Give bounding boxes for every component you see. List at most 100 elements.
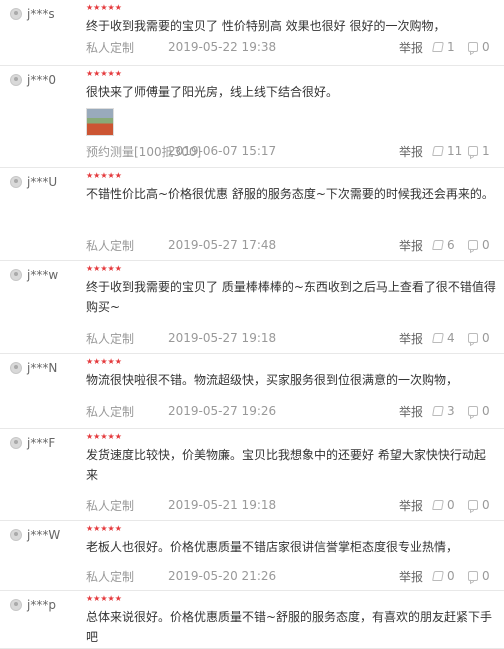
review-user: j***U — [10, 175, 57, 189]
review-meta: 预约测量[100抵300] 2019-06-07 15:17 举报 11 1 — [86, 142, 496, 160]
review-text: 不错性价比高~价格很优惠 舒服的服务态度~下次需要的时候我还会再来的。 — [86, 187, 494, 201]
reply-button[interactable]: 0 — [468, 569, 490, 583]
star-rating: ★★★★★ — [86, 524, 122, 533]
review-text: 很快来了师傅量了阳光房，线上线下结合很好。 — [86, 85, 339, 99]
review-item: j***W ★★★★★ 老板人也很好。价格优惠质量不错店家很讲信誉掌柜态度很专业… — [0, 521, 504, 591]
star-rating: ★★★★★ — [86, 69, 122, 78]
like-count: 1 — [447, 40, 455, 54]
user-name: j***W — [27, 528, 61, 542]
review-meta: 私人定制 2019-05-22 19:38 举报 1 0 — [86, 38, 496, 56]
avatar — [10, 269, 22, 281]
review-meta: 私人定制 2019-05-27 17:48 举报 6 0 — [86, 236, 496, 254]
star-rating: ★★★★★ — [86, 357, 122, 366]
avatar — [10, 362, 22, 374]
review-user: j***p — [10, 598, 56, 612]
product-variant: 私人定制 — [86, 40, 135, 55]
report-link[interactable]: 举报 — [399, 403, 423, 420]
review-user: j***s — [10, 7, 55, 21]
review-date: 2019-05-22 19:38 — [168, 40, 277, 54]
thumbs-up-icon — [432, 571, 444, 581]
thumbs-up-icon — [432, 146, 444, 156]
review-meta: 私人定制 2019-05-21 19:18 举报 0 0 — [86, 496, 496, 514]
review-photo-thumbnail[interactable] — [86, 108, 114, 136]
review-content: ★★★★★ 发货速度比较快，价美物廉。宝贝比我想象中的还要好 希望大家快快行动起… — [86, 433, 496, 485]
user-name: j***s — [27, 7, 55, 21]
reply-button[interactable]: 0 — [468, 331, 490, 345]
review-item: j***p ★★★★★ 总体来说很好。价格优惠质量不错~舒服的服务态度，有喜欢的… — [0, 591, 504, 649]
reply-count: 0 — [482, 498, 490, 512]
reply-count: 0 — [482, 40, 490, 54]
review-meta: 私人定制 2019-05-20 21:26 举报 0 0 — [86, 567, 496, 585]
star-rating: ★★★★★ — [86, 264, 122, 273]
user-name: j***U — [27, 175, 58, 189]
review-meta: 私人定制 2019-05-27 19:26 举报 3 0 — [86, 402, 496, 420]
star-rating: ★★★★★ — [86, 594, 122, 603]
reply-button[interactable]: 0 — [468, 498, 490, 512]
reply-count: 0 — [482, 238, 490, 252]
like-button[interactable]: 6 — [432, 238, 455, 252]
comment-icon — [468, 42, 478, 52]
review-content: ★★★★★ 总体来说很好。价格优惠质量不错~舒服的服务态度，有喜欢的朋友赶紧下手… — [86, 595, 496, 647]
product-variant: 私人定制 — [86, 238, 135, 253]
review-date: 2019-05-20 21:26 — [168, 569, 277, 583]
like-button[interactable]: 1 — [432, 40, 455, 54]
review-item: j***F ★★★★★ 发货速度比较快，价美物廉。宝贝比我想象中的还要好 希望大… — [0, 429, 504, 521]
review-content: ★★★★★ 老板人也很好。价格优惠质量不错店家很讲信誉掌柜态度很专业热情， — [86, 525, 496, 557]
avatar — [10, 176, 22, 188]
report-link[interactable]: 举报 — [399, 330, 423, 347]
review-user: j***w — [10, 268, 58, 282]
review-date: 2019-05-27 19:26 — [168, 404, 277, 418]
review-text: 发货速度比较快，价美物廉。宝贝比我想象中的还要好 希望大家快快行动起来 — [86, 448, 486, 482]
avatar — [10, 529, 22, 541]
report-link[interactable]: 举报 — [399, 568, 423, 585]
review-date: 2019-05-27 17:48 — [168, 238, 277, 252]
review-text: 总体来说很好。价格优惠质量不错~舒服的服务态度，有喜欢的朋友赶紧下手吧 — [86, 610, 493, 644]
avatar — [10, 8, 22, 20]
reply-button[interactable]: 0 — [468, 40, 490, 54]
review-content: ★★★★★ 物流很快啦很不错。物流超级快，买家服务很到位很满意的一次购物， — [86, 358, 496, 390]
review-item: j***0 ★★★★★ 很快来了师傅量了阳光房，线上线下结合很好。 预约测量[1… — [0, 66, 504, 168]
report-link[interactable]: 举报 — [399, 497, 423, 514]
report-link[interactable]: 举报 — [399, 39, 423, 56]
product-variant: 私人定制 — [86, 404, 135, 419]
review-text: 老板人也很好。价格优惠质量不错店家很讲信誉掌柜态度很专业热情， — [86, 540, 459, 554]
thumbs-up-icon — [432, 406, 444, 416]
review-item: j***s ★★★★★ 终于收到我需要的宝贝了 性价特别高 效果也很好 很好的一… — [0, 0, 504, 66]
avatar — [10, 437, 22, 449]
like-count: 0 — [447, 569, 455, 583]
review-item: j***w ★★★★★ 终于收到我需要的宝贝了 质量棒棒棒的~东西收到之后马上查… — [0, 261, 504, 354]
like-button[interactable]: 0 — [432, 498, 455, 512]
like-count: 3 — [447, 404, 455, 418]
thumbs-up-icon — [432, 333, 444, 343]
like-button[interactable]: 4 — [432, 331, 455, 345]
like-button[interactable]: 3 — [432, 404, 455, 418]
like-count: 6 — [447, 238, 455, 252]
review-text: 终于收到我需要的宝贝了 性价特别高 效果也很好 很好的一次购物， — [86, 19, 446, 33]
review-content: ★★★★★ 不错性价比高~价格很优惠 舒服的服务态度~下次需要的时候我还会再来的… — [86, 172, 496, 204]
star-rating: ★★★★★ — [86, 432, 122, 441]
avatar — [10, 599, 22, 611]
review-item: j***U ★★★★★ 不错性价比高~价格很优惠 舒服的服务态度~下次需要的时候… — [0, 168, 504, 261]
review-text: 物流很快啦很不错。物流超级快，买家服务很到位很满意的一次购物， — [86, 373, 459, 387]
reply-button[interactable]: 0 — [468, 238, 490, 252]
review-content: ★★★★★ 终于收到我需要的宝贝了 质量棒棒棒的~东西收到之后马上查看了很不错值… — [86, 265, 496, 317]
review-date: 2019-06-07 15:17 — [168, 144, 277, 158]
reply-button[interactable]: 0 — [468, 404, 490, 418]
user-name: j***p — [27, 598, 56, 612]
product-variant: 私人定制 — [86, 331, 135, 346]
comment-icon — [468, 240, 478, 250]
review-list: j***s ★★★★★ 终于收到我需要的宝贝了 性价特别高 效果也很好 很好的一… — [0, 0, 504, 649]
review-user: j***N — [10, 361, 57, 375]
comment-icon — [468, 571, 478, 581]
user-name: j***w — [27, 268, 59, 282]
thumbs-up-icon — [432, 42, 444, 52]
like-button[interactable]: 0 — [432, 569, 455, 583]
like-button[interactable]: 11 — [432, 144, 462, 158]
comment-icon — [468, 500, 478, 510]
reply-button[interactable]: 1 — [468, 144, 490, 158]
report-link[interactable]: 举报 — [399, 143, 423, 160]
comment-icon — [468, 333, 478, 343]
review-text: 终于收到我需要的宝贝了 质量棒棒棒的~东西收到之后马上查看了很不错值得购买~ — [86, 280, 496, 314]
report-link[interactable]: 举报 — [399, 237, 423, 254]
review-date: 2019-05-27 19:18 — [168, 331, 277, 345]
